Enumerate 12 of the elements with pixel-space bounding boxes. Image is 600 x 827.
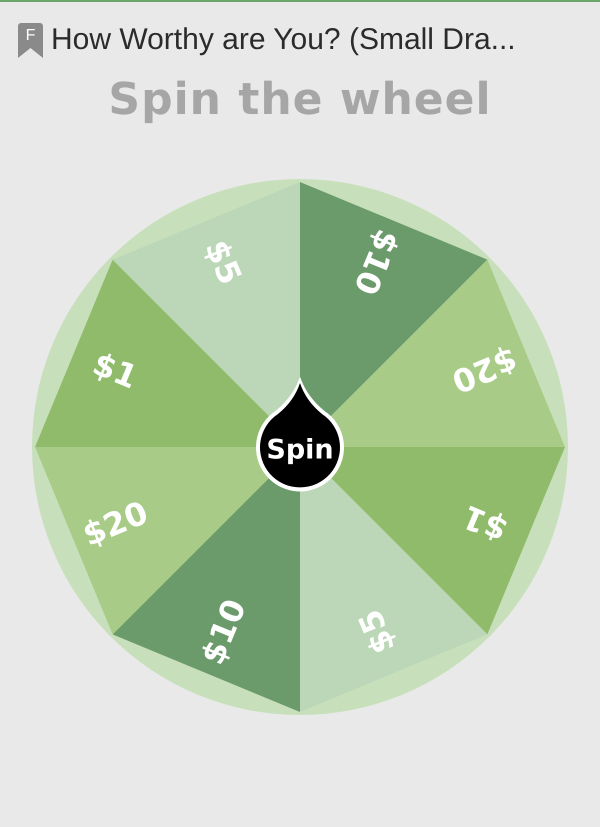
page-title: How Worthy are You? (Small Dra... <box>51 23 516 57</box>
segment-label: $10 <box>193 594 254 670</box>
segment-label: $10 <box>346 224 407 300</box>
segment-label: $1 <box>87 344 144 397</box>
heading: Spin the wheel <box>107 74 493 125</box>
segment-label: $1 <box>456 497 513 550</box>
bookmark-icon: F <box>18 22 43 58</box>
segment-label: $20 <box>446 340 523 401</box>
spin-button[interactable]: Spin <box>256 376 344 492</box>
segment-label: $5 <box>350 604 403 660</box>
segment-label: $5 <box>197 234 250 290</box>
segment-label: $20 <box>77 493 154 554</box>
